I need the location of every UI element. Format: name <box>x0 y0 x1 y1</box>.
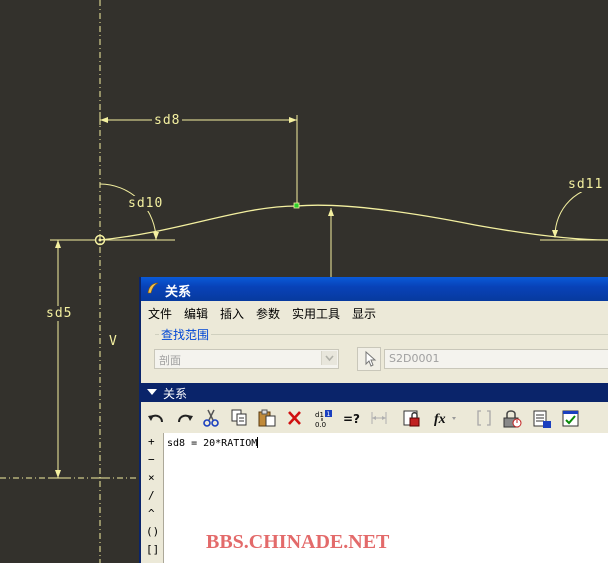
sd11-angle-arc <box>554 185 606 237</box>
sd8-arrow-right <box>289 117 297 123</box>
menu-edit[interactable]: 编辑 <box>184 305 208 322</box>
sd11-label[interactable]: sd11 <box>566 177 606 192</box>
sd5-arrow-top <box>55 240 61 248</box>
relations-toolbar: d1 1 0.0 =? fx <box>141 404 608 432</box>
operator-brackets[interactable]: [] <box>146 543 159 556</box>
chevron-down-icon[interactable] <box>321 351 337 365</box>
sd5-label[interactable]: sd5 <box>44 306 75 321</box>
menu-insert[interactable]: 插入 <box>220 305 244 322</box>
model-name-value: S2D0001 <box>389 352 440 365</box>
cut-icon[interactable] <box>199 407 223 429</box>
menu-bar: 文件 编辑 插入 参数 实用工具 显示 <box>141 302 608 323</box>
svg-text:d1: d1 <box>315 411 324 419</box>
relations-section-title: 关系 <box>163 387 188 401</box>
bracket-icon[interactable] <box>472 407 496 429</box>
sd10-angle-arc <box>99 183 157 241</box>
select-model-button[interactable] <box>357 347 381 371</box>
collapse-triangle-icon[interactable] <box>147 389 157 395</box>
spline-curve[interactable] <box>99 204 608 241</box>
svg-text:1: 1 <box>327 411 331 418</box>
insert-dimension-icon[interactable] <box>367 407 391 429</box>
svg-text:0.0: 0.0 <box>315 421 326 429</box>
menu-display[interactable]: 显示 <box>352 305 376 322</box>
origin-point-center <box>98 238 102 242</box>
relations-dialog: 关系 文件 编辑 插入 参数 实用工具 显示 查找范围 剖面 S2D0001 关… <box>139 277 608 563</box>
verify-icon[interactable] <box>559 407 583 429</box>
sd8-label[interactable]: sd8 <box>152 113 183 128</box>
text-caret <box>257 437 259 448</box>
watermark: BBS.CHINADE.NET <box>206 531 390 553</box>
relations-text[interactable]: sd8 = 20*RATIOM <box>167 437 259 449</box>
app-logo-icon <box>147 282 159 294</box>
operator-divide[interactable]: / <box>148 489 155 502</box>
operator-parentheses[interactable]: () <box>146 525 159 538</box>
relation-line: sd8 = 20*RATIOM <box>167 438 258 449</box>
menu-file[interactable]: 文件 <box>148 305 172 322</box>
redo-icon[interactable] <box>172 407 196 429</box>
paste-icon[interactable] <box>255 407 279 429</box>
operator-plus[interactable]: + <box>148 435 155 448</box>
menu-utilities[interactable]: 实用工具 <box>292 305 340 322</box>
copy-icon[interactable] <box>227 407 251 429</box>
svg-text:fx: fx <box>434 412 446 427</box>
sd5-arrow-bottom <box>55 470 61 478</box>
v-label: V <box>107 334 120 349</box>
sd10-arrow-end <box>153 232 159 240</box>
scope-select[interactable]: 剖面 <box>154 349 339 369</box>
group-border <box>155 334 608 335</box>
svg-text:=?: =? <box>343 412 360 426</box>
delete-icon[interactable] <box>283 407 307 429</box>
menu-parameters[interactable]: 参数 <box>256 305 280 322</box>
switch-dimensions-icon[interactable]: d1 1 0.0 <box>311 407 335 429</box>
operator-power[interactable]: ^ <box>148 507 155 520</box>
relations-section-header[interactable]: 关系 <box>141 383 608 402</box>
model-name-field[interactable]: S2D0001 <box>384 349 608 369</box>
sd8-arrow-left <box>100 117 108 123</box>
find-scope-group: 查找范围 剖面 S2D0001 <box>151 324 608 371</box>
sd10-label[interactable]: sd10 <box>126 196 166 211</box>
cursor-arrow-icon <box>365 350 377 367</box>
operator-minus[interactable]: − <box>148 453 155 466</box>
spline-midpoint[interactable] <box>293 202 300 209</box>
operator-multiply[interactable]: × <box>148 471 155 484</box>
sort-icon[interactable] <box>500 407 524 429</box>
scope-select-value: 剖面 <box>159 354 181 367</box>
evaluate-icon[interactable]: =? <box>339 407 363 429</box>
peak-arrow <box>328 208 334 216</box>
dialog-titlebar[interactable]: 关系 <box>141 277 608 301</box>
dialog-title: 关系 <box>165 285 192 300</box>
export-icon[interactable] <box>530 407 554 429</box>
find-scope-legend: 查找范围 <box>159 326 212 343</box>
operator-palette: + − × / ^ () [] <box>141 433 163 563</box>
undo-icon[interactable] <box>145 407 169 429</box>
lock-icon[interactable] <box>400 407 424 429</box>
function-icon[interactable]: fx <box>431 407 456 429</box>
